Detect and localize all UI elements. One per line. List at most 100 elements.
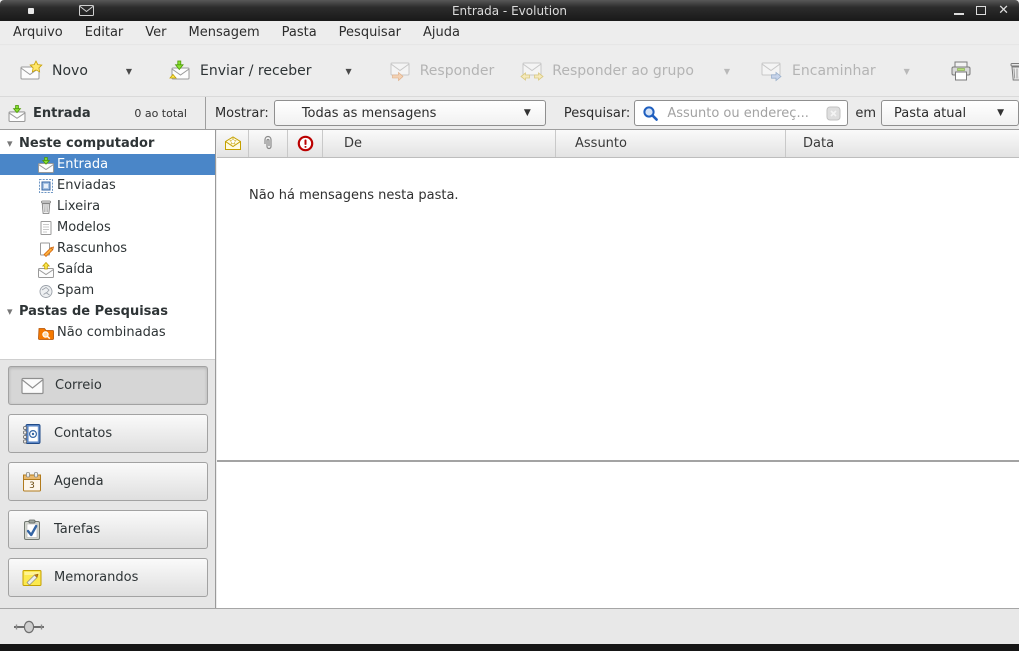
- message-list-header: De Assunto Data: [217, 130, 1019, 158]
- folder-enviadas[interactable]: Enviadas: [0, 175, 215, 196]
- memos-icon: [21, 567, 43, 589]
- folder-message-count: 0 ao total: [134, 107, 195, 120]
- folder-title: Entrada: [33, 106, 91, 121]
- show-filter-combo[interactable]: Todas as mensagens ▼: [274, 100, 546, 126]
- switcher-tarefas[interactable]: Tarefas: [8, 510, 208, 549]
- window-menu-dot-icon[interactable]: [28, 8, 34, 14]
- send-receive-dropdown-arrow[interactable]: ▼: [338, 61, 360, 82]
- sent-icon: [38, 178, 54, 194]
- folder-modelos[interactable]: Modelos: [0, 217, 215, 238]
- folder-entrada[interactable]: Entrada: [0, 154, 215, 175]
- folder-label: Modelos: [57, 220, 111, 235]
- reply-group-button[interactable]: Responder ao grupo: [512, 53, 702, 89]
- menu-ver[interactable]: Ver: [134, 22, 177, 43]
- menu-pesquisar[interactable]: Pesquisar: [328, 22, 412, 43]
- column-priority[interactable]: [288, 130, 323, 157]
- window-controls: ✕: [954, 0, 1009, 21]
- combo-arrow-icon: ▼: [524, 108, 531, 118]
- inbox-icon: [8, 105, 26, 122]
- maximize-button[interactable]: [976, 6, 986, 15]
- close-button[interactable]: ✕: [998, 4, 1009, 17]
- menu-editar[interactable]: Editar: [74, 22, 135, 43]
- menu-bar: Arquivo Editar Ver Mensagem Pasta Pesqui…: [0, 21, 1019, 45]
- menu-arquivo[interactable]: Arquivo: [2, 22, 74, 43]
- new-button-label: Novo: [52, 63, 88, 79]
- forward-button-label: Encaminhar: [792, 63, 876, 79]
- drafts-icon: [38, 241, 54, 257]
- titlebar: Entrada - Evolution ✕: [0, 0, 1019, 21]
- send-receive-button[interactable]: Enviar / receber: [160, 53, 319, 89]
- switcher-correio[interactable]: Correio: [8, 366, 208, 405]
- column-de[interactable]: De: [323, 130, 556, 157]
- folder-label: Rascunhos: [57, 241, 127, 256]
- column-read-status[interactable]: [217, 130, 249, 157]
- switcher-agenda[interactable]: 3 Agenda: [8, 462, 208, 501]
- preview-pane-splitter[interactable]: [217, 460, 1019, 462]
- online-plug-icon[interactable]: [13, 619, 46, 635]
- column-label: Assunto: [575, 136, 627, 151]
- trash-icon: [38, 199, 54, 215]
- expander-icon[interactable]: ▾: [7, 307, 19, 317]
- new-dropdown-arrow[interactable]: ▼: [118, 61, 140, 82]
- reply-group-dropdown-arrow[interactable]: ▼: [716, 61, 738, 82]
- menu-pasta[interactable]: Pasta: [271, 22, 328, 43]
- folder-label: Lixeira: [57, 199, 100, 214]
- switcher-contatos[interactable]: Contatos: [8, 414, 208, 453]
- forward-icon: [760, 60, 784, 82]
- search-input[interactable]: [665, 105, 820, 122]
- folder-label: Entrada: [57, 157, 108, 172]
- switcher-memorandos[interactable]: Memorandos: [8, 558, 208, 597]
- folder-nao-combinadas[interactable]: Não combinadas: [0, 322, 215, 343]
- search-scope-combo[interactable]: Pasta atual ▼: [881, 100, 1019, 126]
- folder-spam[interactable]: Spam: [0, 280, 215, 301]
- folder-saida[interactable]: Saída: [0, 259, 215, 280]
- print-button[interactable]: [942, 54, 980, 88]
- column-label: De: [344, 136, 362, 151]
- combo-arrow-icon: ▼: [997, 108, 1004, 118]
- folder-rascunhos[interactable]: Rascunhos: [0, 238, 215, 259]
- expander-icon[interactable]: ▾: [7, 139, 19, 149]
- scope-label: em: [855, 106, 876, 121]
- folder-lixeira[interactable]: Lixeira: [0, 196, 215, 217]
- search-icon: [642, 105, 659, 122]
- folder-label: Spam: [57, 283, 94, 298]
- folder-header: Entrada 0 ao total: [0, 97, 206, 129]
- reply-button-label: Responder: [420, 63, 495, 79]
- switcher-label: Correio: [55, 378, 102, 393]
- new-button[interactable]: Novo: [12, 53, 96, 89]
- new-mail-icon: [20, 60, 44, 82]
- column-assunto[interactable]: Assunto: [556, 130, 786, 157]
- tree-group-pastas-de-pesquisas[interactable]: ▾ Pastas de Pesquisas: [0, 301, 215, 322]
- show-label: Mostrar:: [215, 106, 269, 121]
- column-data[interactable]: Data: [786, 130, 1019, 157]
- toolbar: Novo ▼ Enviar / receber ▼ Responder Resp…: [0, 46, 1019, 96]
- mail-icon: [21, 377, 44, 395]
- filter-bar: Entrada 0 ao total Mostrar: Todas as men…: [0, 96, 1019, 130]
- junk-icon: [38, 283, 54, 299]
- sidebar: ▾ Neste computador Entrada Enviadas Lixe…: [0, 130, 216, 608]
- search-folder-icon: [38, 325, 54, 341]
- templates-icon: [38, 220, 54, 236]
- folder-label: Saída: [57, 262, 93, 277]
- window-title: Entrada - Evolution: [0, 4, 1019, 18]
- forward-dropdown-arrow[interactable]: ▼: [896, 61, 918, 82]
- evolution-app-icon: [79, 5, 94, 16]
- message-list-pane: De Assunto Data Não há mensagens nesta p…: [217, 130, 1019, 608]
- priority-icon: [297, 135, 314, 152]
- trash-button[interactable]: [998, 54, 1019, 88]
- column-attachment[interactable]: [249, 130, 288, 157]
- clear-search-icon[interactable]: [826, 106, 841, 121]
- tree-group-neste-computador[interactable]: ▾ Neste computador: [0, 133, 215, 154]
- minimize-button[interactable]: [954, 6, 964, 15]
- forward-button[interactable]: Encaminhar: [752, 53, 884, 89]
- tree-group-label: Pastas de Pesquisas: [19, 304, 168, 319]
- inbox-icon: [38, 157, 54, 173]
- scope-value: Pasta atual: [894, 106, 966, 121]
- folder-label: Enviadas: [57, 178, 116, 193]
- reply-button[interactable]: Responder: [380, 53, 503, 89]
- search-box: [634, 100, 848, 126]
- send-receive-button-label: Enviar / receber: [200, 63, 311, 79]
- switcher-label: Memorandos: [54, 570, 138, 585]
- menu-mensagem[interactable]: Mensagem: [178, 22, 271, 43]
- menu-ajuda[interactable]: Ajuda: [412, 22, 471, 43]
